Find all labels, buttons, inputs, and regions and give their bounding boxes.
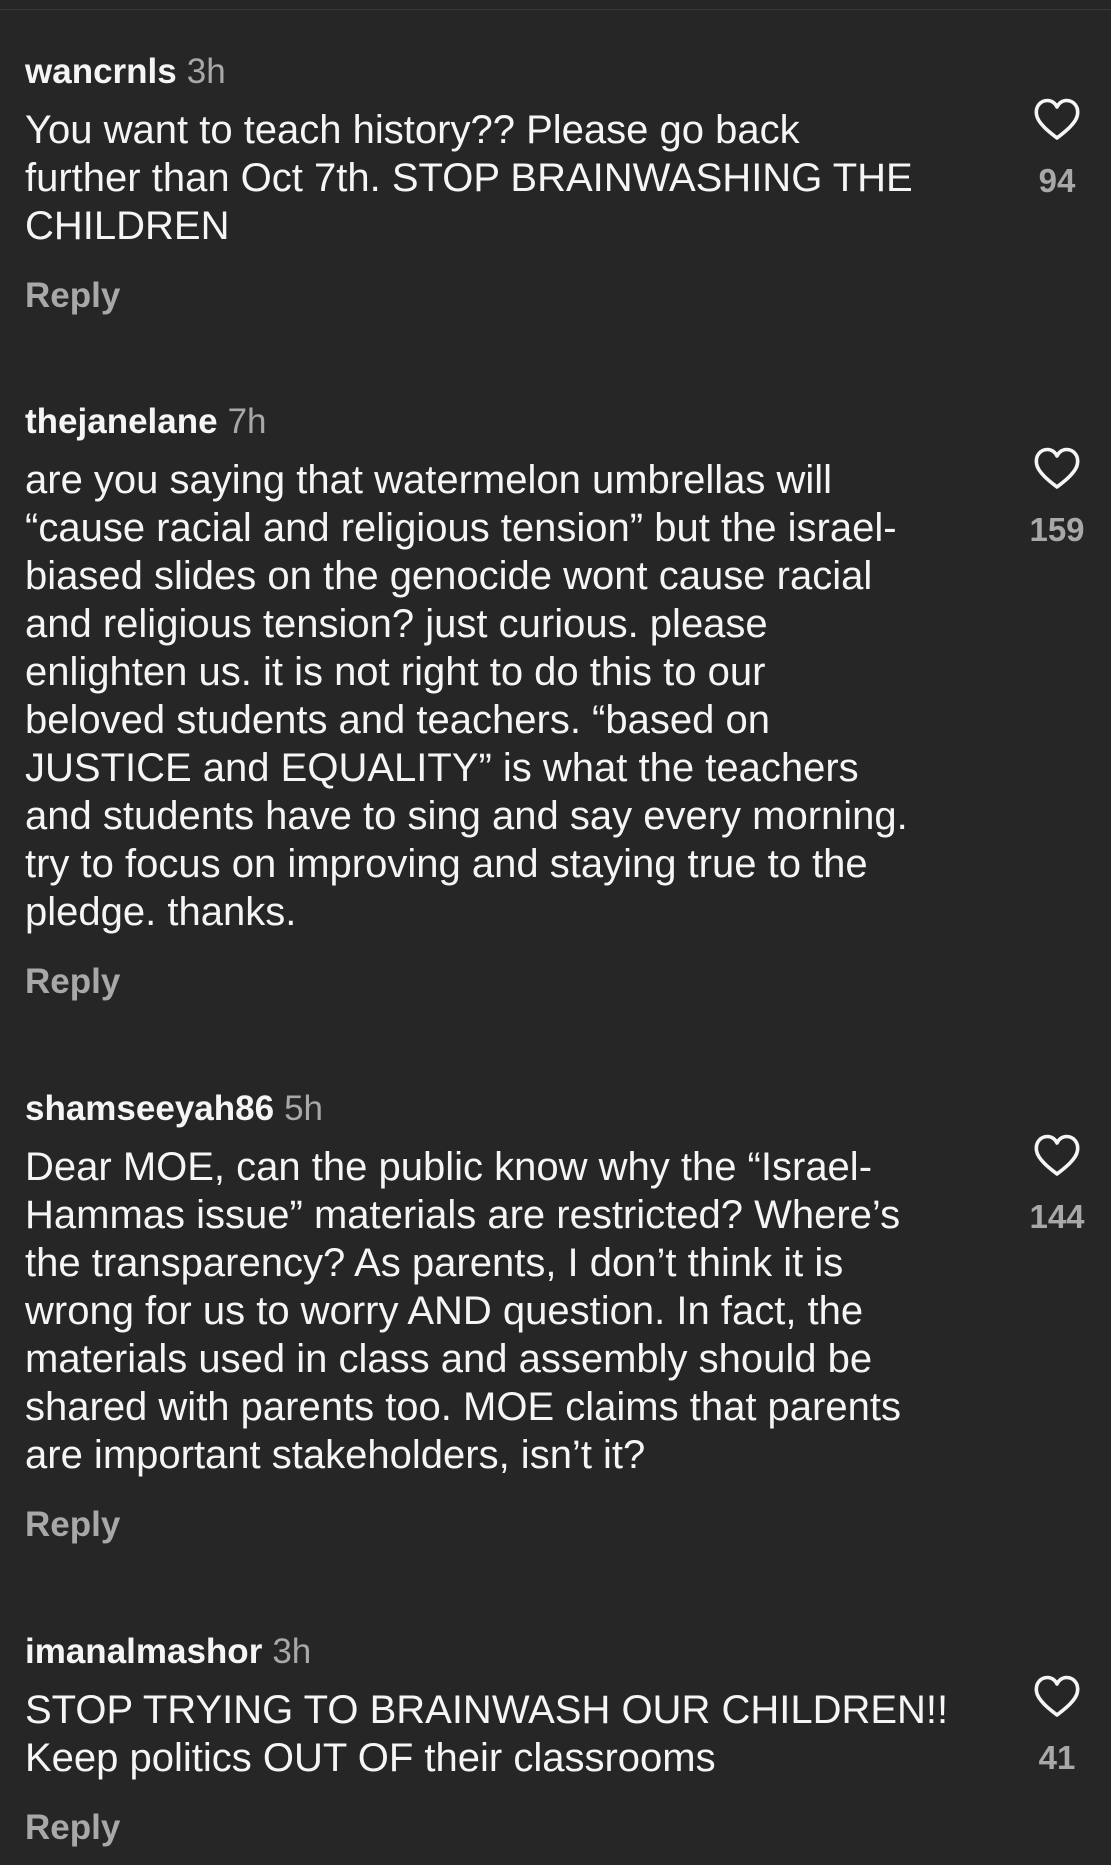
comment-header: shamseeyah86 5h bbox=[25, 1087, 323, 1131]
comment-time: 3h bbox=[186, 52, 226, 91]
reply-button[interactable]: Reply bbox=[25, 1503, 120, 1547]
comment-header: thejanelane 7h bbox=[25, 400, 267, 444]
like-count: 41 bbox=[1038, 1739, 1076, 1776]
comment-time: 7h bbox=[227, 402, 267, 441]
like-count: 159 bbox=[1029, 511, 1085, 548]
comment-text: STOP TRYING TO BRAINWASH OUR CHILDREN!! … bbox=[25, 1688, 949, 1780]
comment-item: wancrnls 3h You want to teach history?? P… bbox=[0, 50, 1111, 320]
heart-icon[interactable] bbox=[1033, 1133, 1081, 1177]
reply-button[interactable]: Reply bbox=[25, 274, 120, 318]
comment-header: imanalmashor 3h bbox=[25, 1630, 311, 1674]
comment-time: 3h bbox=[272, 1632, 312, 1671]
comment-text: You want to teach history?? Please go ba… bbox=[25, 108, 913, 248]
comment-item: shamseeyah86 5h Dear MOE, can the public … bbox=[0, 1087, 1111, 1567]
comment-item: imanalmashor 3h STOP TRYING TO BRAINWASH … bbox=[0, 1630, 1111, 1860]
comment-username[interactable]: thejanelane bbox=[25, 402, 218, 441]
comment-username[interactable]: wancrnls bbox=[25, 52, 177, 91]
comment-header: wancrnls 3h bbox=[25, 50, 226, 94]
comment-item: thejanelane 7h are you saying that waterm… bbox=[0, 400, 1111, 1020]
comment-username[interactable]: imanalmashor bbox=[25, 1632, 262, 1671]
like-column: 94 bbox=[1014, 97, 1100, 201]
like-column: 159 bbox=[1014, 446, 1100, 550]
comment-text: Dear MOE, can the public know why the “I… bbox=[25, 1145, 901, 1477]
heart-icon[interactable] bbox=[1033, 1674, 1081, 1718]
reply-button[interactable]: Reply bbox=[25, 960, 120, 1004]
comment-username[interactable]: shamseeyah86 bbox=[25, 1089, 274, 1128]
top-divider bbox=[0, 9, 1111, 10]
like-count: 144 bbox=[1029, 1198, 1085, 1235]
heart-icon[interactable] bbox=[1033, 97, 1081, 141]
comment-time: 5h bbox=[284, 1089, 324, 1128]
like-column: 144 bbox=[1014, 1133, 1100, 1237]
comment-text: are you saying that watermelon umbrellas… bbox=[25, 458, 908, 934]
heart-icon[interactable] bbox=[1033, 446, 1081, 490]
like-count: 94 bbox=[1038, 162, 1076, 199]
like-column: 41 bbox=[1014, 1674, 1100, 1778]
reply-button[interactable]: Reply bbox=[25, 1806, 120, 1850]
